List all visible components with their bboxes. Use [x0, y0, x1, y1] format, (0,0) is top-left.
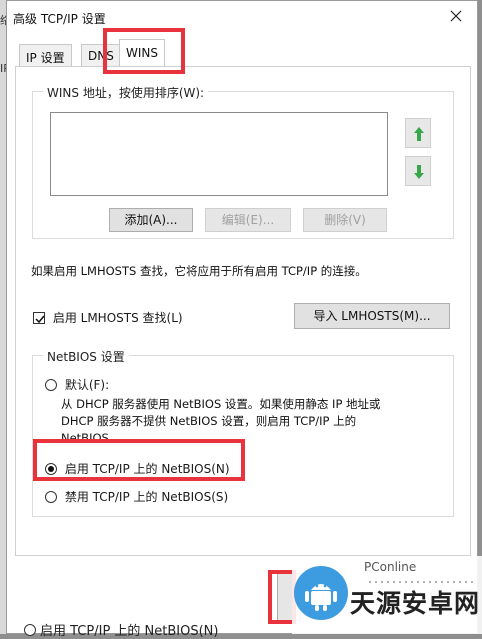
- radio-button[interactable]: [45, 463, 57, 475]
- tab-wins[interactable]: WINS: [119, 39, 165, 67]
- radio-netbios-default[interactable]: 默认(F):: [45, 376, 109, 393]
- close-icon: [450, 10, 462, 22]
- radio-netbios-disable[interactable]: 禁用 TCP/IP 上的 NetBIOS(S): [45, 488, 228, 505]
- arrow-up-icon: [414, 127, 424, 141]
- tab-label: DNS: [88, 49, 114, 63]
- description-line: 从 DHCP 服务器使用 NetBIOS 设置。如果使用静态 IP 地址或: [61, 397, 381, 411]
- netbios-settings-group: NetBIOS 设置 默认(F): 从 DHCP 服务器使用 NetBIOS 设…: [32, 348, 454, 517]
- add-button[interactable]: 添加(A)...: [109, 208, 193, 232]
- arrow-down-icon: [414, 165, 424, 179]
- close-button[interactable]: [439, 4, 473, 28]
- lmhosts-checkbox-label: 启用 LMHOSTS 查找(L): [52, 311, 183, 325]
- import-lmhosts-button[interactable]: 导入 LMHOSTS(M)...: [294, 303, 450, 329]
- radio-button[interactable]: [45, 491, 57, 503]
- wins-group-label: WINS 地址，按使用排序(W):: [43, 84, 209, 101]
- radio-netbios-enable[interactable]: 启用 TCP/IP 上的 NetBIOS(N): [45, 460, 230, 477]
- description-line: NetBIOS。: [61, 431, 121, 445]
- tab-label: IP 设置: [26, 51, 65, 65]
- radio-button: [24, 624, 36, 636]
- android-logo-icon: [294, 566, 348, 620]
- lmhosts-checkbox-row[interactable]: 启用 LMHOSTS 查找(L): [33, 309, 183, 326]
- edit-button[interactable]: 编辑(E)...: [205, 208, 291, 232]
- wins-tab-panel: WINS 地址，按使用排序(W): 添加(A)... 编辑(E)... 删除(V…: [15, 66, 471, 556]
- tab-label: WINS: [126, 46, 158, 60]
- tab-dns[interactable]: DNS: [81, 44, 121, 66]
- description-line: DHCP 服务器不提供 NetBIOS 设置，则启用 TCP/IP 上的: [61, 414, 357, 428]
- watermark-small-text: PConline: [364, 560, 417, 574]
- radio-label: 默认(F):: [64, 378, 110, 392]
- tab-strip: IP 设置 DNS WINS: [15, 37, 475, 67]
- advanced-tcpip-dialog: 高级 TCP/IP 设置 IP 设置 DNS WINS WINS 地址，按使用排…: [6, 0, 478, 634]
- wins-address-group: WINS 地址，按使用排序(W): 添加(A)... 编辑(E)... 删除(V…: [32, 84, 454, 239]
- title-bar: 高级 TCP/IP 设置: [7, 1, 477, 31]
- lmhosts-info-text: 如果启用 LMHOSTS 查找，它将应用于所有启用 TCP/IP 的连接。: [31, 264, 367, 278]
- dialog-title: 高级 TCP/IP 设置: [13, 12, 106, 26]
- site-watermark: PConline 天源安卓网: [292, 556, 482, 634]
- wins-address-list[interactable]: [50, 112, 388, 196]
- move-up-button[interactable]: [405, 118, 431, 148]
- background-radio-label: 启用 TCP/IP 上的 NetBIOS(N): [40, 624, 219, 639]
- delete-button[interactable]: 删除(V): [303, 208, 387, 232]
- android-robot-icon: [305, 584, 337, 611]
- tab-ip-settings[interactable]: IP 设置: [19, 44, 72, 66]
- radio-button[interactable]: [45, 379, 57, 391]
- move-down-button[interactable]: [405, 156, 431, 186]
- radio-label: 禁用 TCP/IP 上的 NetBIOS(S): [64, 490, 229, 504]
- radio-label: 启用 TCP/IP 上的 NetBIOS(N): [64, 462, 230, 476]
- lmhosts-checkbox[interactable]: [33, 312, 45, 324]
- watermark-brand-text: 天源安卓网: [350, 589, 481, 618]
- netbios-group-label: NetBIOS 设置: [43, 348, 129, 365]
- checkmark-icon: [35, 315, 45, 324]
- background-netbios-radio: 启用 TCP/IP 上的 NetBIOS(N): [24, 620, 218, 639]
